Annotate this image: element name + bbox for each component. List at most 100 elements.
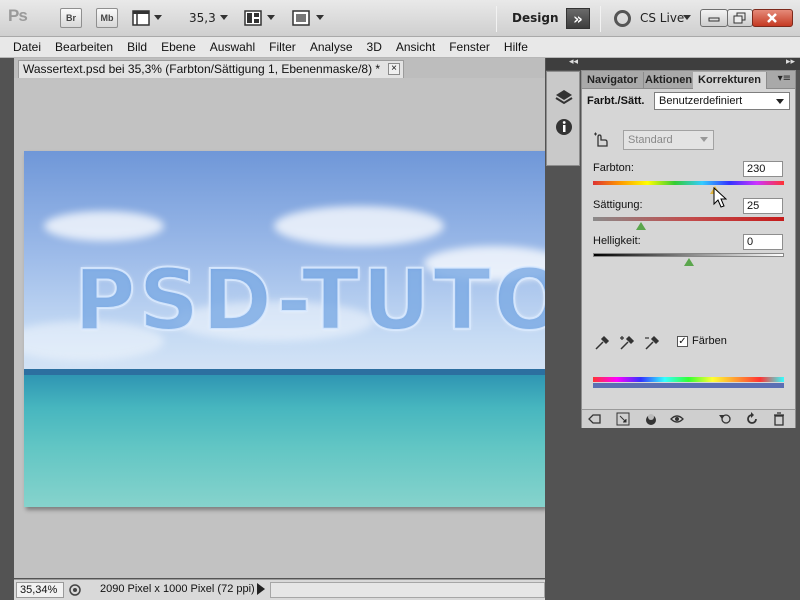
view-extras-icon[interactable] (132, 9, 150, 27)
document-tab-title: Wassertext.psd bei 35,3% (Farbton/Sättig… (23, 62, 381, 76)
cloud (44, 211, 164, 241)
zoom-level-field[interactable]: 35,3 (189, 11, 216, 25)
screen-mode-dropdown-icon[interactable] (316, 15, 324, 20)
appbar-separator (496, 6, 497, 32)
back-arrow-icon[interactable] (588, 412, 602, 426)
zoom-dropdown-icon[interactable] (220, 15, 228, 20)
workspace-label[interactable]: Design (512, 11, 559, 25)
minimize-button[interactable] (700, 9, 728, 27)
menu-ebene[interactable]: Ebene (154, 40, 203, 54)
hue-label: Farbton: (593, 162, 634, 174)
document-tab[interactable]: Wassertext.psd bei 35,3% (Farbton/Sättig… (18, 60, 404, 78)
horizontal-scrollbar[interactable] (270, 582, 545, 598)
layers-icon[interactable] (554, 87, 574, 107)
lightness-slider-thumb[interactable] (683, 258, 694, 266)
colorize-label: Färben (692, 335, 727, 347)
document-tab-bar: Wassertext.psd bei 35,3% (Farbton/Sättig… (14, 58, 545, 78)
collapsed-panel-strip (546, 71, 580, 166)
panel-menu-icon[interactable]: ▾≡ (778, 73, 791, 84)
colorize-checkbox[interactable]: ✓ (677, 336, 688, 347)
appbar-separator (600, 6, 601, 32)
chevron-down-icon (776, 99, 784, 104)
application-bar: Ps Br Mb 35,3 Design » CS Live (0, 0, 800, 37)
chevron-down-icon (700, 137, 708, 142)
menu-auswahl[interactable]: Auswahl (203, 40, 262, 54)
menu-bar: Datei Bearbeiten Bild Ebene Auswahl Filt… (0, 37, 800, 58)
view-extras-dropdown-icon[interactable] (154, 15, 162, 20)
close-document-icon[interactable]: × (388, 63, 400, 75)
saturation-label: Sättigung: (593, 199, 643, 211)
expand-view-icon[interactable] (616, 412, 630, 426)
saturation-slider-track[interactable] (593, 217, 784, 221)
menu-3d[interactable]: 3D (360, 40, 389, 54)
screen-mode-icon[interactable] (292, 9, 310, 27)
cloud (274, 206, 444, 246)
preset-value: Benutzerdefiniert (659, 95, 743, 107)
targeted-adjustment-hand-icon[interactable] (592, 131, 610, 149)
expand-dock-icon[interactable]: ◂◂ (569, 57, 578, 67)
trash-icon[interactable] (772, 412, 786, 426)
lightness-input[interactable]: 0 (743, 234, 783, 250)
eyedropper-add-icon[interactable] (619, 335, 635, 351)
minimize-icon (708, 17, 720, 22)
reset-icon[interactable] (745, 412, 759, 426)
arrange-documents-icon[interactable] (244, 9, 262, 27)
eye-icon[interactable] (670, 412, 684, 426)
adjustments-panel: Navigator Aktionen Korrekturen ▾≡ Farbt.… (581, 70, 796, 428)
restore-button[interactable] (727, 9, 753, 27)
status-bar: 35,34% 2090 Pixel x 1000 Pixel (72 ppi) (14, 579, 545, 600)
collapse-dock-icon[interactable]: ▸▸ (786, 57, 795, 67)
more-workspaces-icon[interactable]: » (566, 8, 590, 29)
hue-input[interactable]: 230 (743, 161, 783, 177)
photoshop-logo: Ps (8, 6, 28, 25)
clip-to-layer-icon[interactable] (644, 412, 658, 426)
input-spectrum-bar (593, 377, 784, 382)
eyedropper-icon[interactable] (594, 335, 610, 351)
panel-tab-bar: Navigator Aktionen Korrekturen ▾≡ (582, 71, 795, 89)
tab-korrekturen[interactable]: Korrekturen (693, 72, 767, 89)
tools-panel-collapsed (0, 58, 14, 580)
status-zoom-field[interactable]: 35,34% (16, 582, 64, 598)
cslive-icon[interactable] (614, 10, 631, 27)
water-text-layer: PSD-TUTOR (73, 250, 545, 350)
menu-ansicht[interactable]: Ansicht (389, 40, 442, 54)
canvas-area[interactable]: PSD-TUTOR (14, 78, 545, 578)
panel-bottom-toolbar (582, 409, 795, 428)
menu-analyse[interactable]: Analyse (303, 40, 360, 54)
mouse-cursor-icon (713, 187, 727, 208)
close-icon (767, 13, 777, 23)
menu-hilfe[interactable]: Hilfe (497, 40, 535, 54)
arrange-dropdown-icon[interactable] (267, 15, 275, 20)
menu-filter[interactable]: Filter (262, 40, 303, 54)
dock-header: ◂◂ ▸▸ (546, 57, 800, 70)
hue-slider-track[interactable] (593, 181, 784, 185)
sea-region (24, 375, 545, 507)
document-image[interactable]: PSD-TUTOR (24, 151, 545, 507)
adjustment-title: Farbt./Sätt. (587, 95, 645, 107)
lightness-slider-track[interactable] (593, 253, 784, 257)
channel-dropdown[interactable]: Standard (623, 130, 714, 150)
tab-navigator[interactable]: Navigator (582, 72, 644, 89)
tab-aktionen[interactable]: Aktionen (640, 72, 699, 89)
close-window-button[interactable] (752, 9, 793, 27)
info-icon[interactable] (554, 117, 574, 137)
preset-dropdown[interactable]: Benutzerdefiniert (654, 92, 790, 110)
minibridge-button[interactable]: Mb (96, 8, 118, 28)
saturation-slider-thumb[interactable] (635, 222, 646, 230)
bridge-button[interactable]: Br (60, 8, 82, 28)
restore-icon (733, 12, 746, 24)
eyedropper-subtract-icon[interactable] (644, 335, 660, 351)
menu-bearbeiten[interactable]: Bearbeiten (48, 40, 120, 54)
cslive-dropdown-icon[interactable] (683, 15, 691, 20)
menu-fenster[interactable]: Fenster (442, 40, 497, 54)
channel-value: Standard (628, 134, 673, 146)
saturation-input[interactable]: 25 (743, 198, 783, 214)
status-menu-arrow-icon[interactable] (257, 583, 265, 595)
menu-bild[interactable]: Bild (120, 40, 154, 54)
lightness-label: Helligkeit: (593, 235, 641, 247)
document-info: 2090 Pixel x 1000 Pixel (72 ppi) (100, 583, 255, 595)
cs-review-icon[interactable] (68, 583, 82, 597)
view-previous-icon[interactable] (718, 412, 732, 426)
cslive-button[interactable]: CS Live (640, 11, 684, 25)
menu-datei[interactable]: Datei (6, 40, 48, 54)
